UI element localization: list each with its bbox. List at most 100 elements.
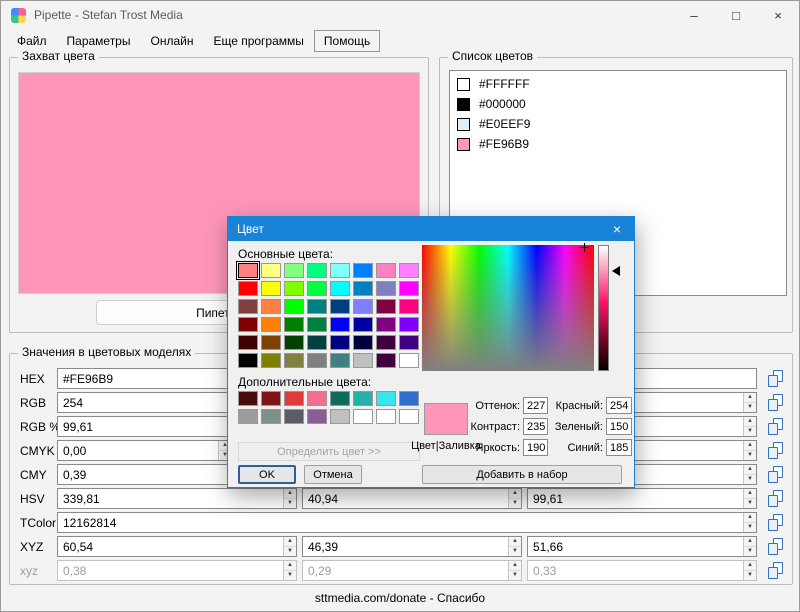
value-field[interactable]: 60,54 ▲ ▼ xyxy=(57,536,297,557)
red-field[interactable]: 254 xyxy=(606,397,632,414)
basic-color-swatch[interactable] xyxy=(376,281,396,296)
spinner-up-button[interactable]: ▲ xyxy=(509,561,521,571)
custom-color-swatch[interactable] xyxy=(353,391,373,406)
maximize-button[interactable]: □ xyxy=(715,1,757,29)
basic-color-swatch[interactable] xyxy=(238,335,258,350)
spinner-down-button[interactable]: ▼ xyxy=(744,451,756,460)
basic-color-swatch[interactable] xyxy=(353,263,373,278)
menu-item-online[interactable]: Онлайн xyxy=(140,30,203,52)
color-list-item[interactable]: #FFFFFF xyxy=(452,74,784,94)
spinner-up-button[interactable]: ▲ xyxy=(284,537,296,547)
menu-item-more-programs[interactable]: Еще программы xyxy=(203,30,313,52)
spinner-up-button[interactable]: ▲ xyxy=(509,537,521,547)
blue-field[interactable]: 185 xyxy=(606,439,632,456)
basic-color-swatch[interactable] xyxy=(353,299,373,314)
minimize-button[interactable]: – xyxy=(673,1,715,29)
basic-color-swatch[interactable] xyxy=(284,281,304,296)
value-field[interactable]: 46,39 ▲ ▼ xyxy=(302,536,522,557)
spinner-down-button[interactable]: ▼ xyxy=(509,547,521,556)
basic-color-swatch[interactable] xyxy=(376,317,396,332)
spinner-up-button[interactable]: ▲ xyxy=(509,489,521,499)
basic-color-swatch[interactable] xyxy=(238,317,258,332)
basic-color-swatch[interactable] xyxy=(376,353,396,368)
basic-color-swatch[interactable] xyxy=(399,281,419,296)
basic-color-swatch[interactable] xyxy=(399,335,419,350)
basic-color-swatch[interactable] xyxy=(330,281,350,296)
basic-color-swatch[interactable] xyxy=(307,317,327,332)
spinner-down-button[interactable]: ▼ xyxy=(284,499,296,508)
spinner-down-button[interactable]: ▼ xyxy=(509,571,521,580)
custom-color-swatch[interactable] xyxy=(376,391,396,406)
spinner-down-button[interactable]: ▼ xyxy=(744,523,756,532)
add-to-set-button[interactable]: Добавить в набор xyxy=(422,465,622,484)
basic-color-swatch[interactable] xyxy=(307,335,327,350)
basic-color-swatch[interactable] xyxy=(376,263,396,278)
copy-button[interactable] xyxy=(765,418,785,436)
spinner-up-button[interactable]: ▲ xyxy=(744,393,756,403)
basic-color-swatch[interactable] xyxy=(284,263,304,278)
luminance-arrow-icon[interactable] xyxy=(612,266,620,276)
basic-color-swatch[interactable] xyxy=(330,299,350,314)
basic-color-swatch[interactable] xyxy=(284,317,304,332)
basic-color-swatch[interactable] xyxy=(330,335,350,350)
basic-color-swatch[interactable] xyxy=(261,299,281,314)
custom-color-swatch[interactable] xyxy=(261,391,281,406)
custom-color-swatch[interactable] xyxy=(330,391,350,406)
basic-color-swatch[interactable] xyxy=(307,281,327,296)
basic-color-swatch[interactable] xyxy=(307,263,327,278)
basic-color-swatch[interactable] xyxy=(238,299,258,314)
basic-color-swatch[interactable] xyxy=(399,317,419,332)
basic-color-swatch[interactable] xyxy=(353,317,373,332)
custom-color-swatch[interactable] xyxy=(238,391,258,406)
hue-saturation-field[interactable] xyxy=(422,245,594,371)
basic-color-swatch[interactable] xyxy=(261,353,281,368)
spinner-down-button[interactable]: ▼ xyxy=(744,547,756,556)
spinner-down-button[interactable]: ▼ xyxy=(509,499,521,508)
basic-color-swatch[interactable] xyxy=(284,353,304,368)
spinner-up-button[interactable]: ▲ xyxy=(284,561,296,571)
value-field[interactable]: 99,61 ▲▼ xyxy=(527,488,757,509)
copy-button[interactable] xyxy=(765,370,785,388)
basic-color-swatch[interactable] xyxy=(261,263,281,278)
copy-button[interactable] xyxy=(765,538,785,556)
color-list-item[interactable]: #E0EEF9 xyxy=(452,114,784,134)
basic-color-swatch[interactable] xyxy=(353,335,373,350)
basic-color-swatch[interactable] xyxy=(261,335,281,350)
value-field[interactable]: 0,33 ▲ ▼ xyxy=(527,560,757,581)
close-button[interactable]: × xyxy=(757,1,799,29)
value-field[interactable]: 51,66 ▲ ▼ xyxy=(527,536,757,557)
spinner-up-button[interactable]: ▲ xyxy=(284,489,296,499)
custom-color-swatch[interactable] xyxy=(399,409,419,424)
basic-color-swatch[interactable] xyxy=(376,335,396,350)
color-list-item[interactable]: #FE96B9 xyxy=(452,134,784,154)
copy-button[interactable] xyxy=(765,466,785,484)
spinner-down-button[interactable]: ▼ xyxy=(284,571,296,580)
copy-button[interactable] xyxy=(765,442,785,460)
donate-link[interactable]: sttmedia.com/donate - Спасибо xyxy=(315,591,485,605)
copy-button[interactable] xyxy=(765,394,785,412)
dialog-close-button[interactable]: × xyxy=(600,221,634,237)
ok-button[interactable]: OK xyxy=(238,465,296,484)
spinner-up-button[interactable]: ▲ xyxy=(744,537,756,547)
value-field[interactable]: 339,81 ▲ ▼ xyxy=(57,488,297,509)
value-field[interactable]: 0,29 ▲ ▼ xyxy=(302,560,522,581)
value-field[interactable]: 0,38 ▲ ▼ xyxy=(57,560,297,581)
basic-color-swatch[interactable] xyxy=(376,299,396,314)
custom-color-swatch[interactable] xyxy=(238,409,258,424)
green-field[interactable]: 150 xyxy=(606,418,632,435)
spinner-down-button[interactable]: ▼ xyxy=(284,547,296,556)
basic-color-swatch[interactable] xyxy=(261,281,281,296)
cancel-button[interactable]: Отмена xyxy=(304,465,362,484)
basic-color-swatch[interactable] xyxy=(330,263,350,278)
spinner-up-button[interactable]: ▲ xyxy=(744,417,756,427)
custom-color-swatch[interactable] xyxy=(330,409,350,424)
spinner-up-button[interactable]: ▲ xyxy=(744,441,756,451)
spinner-down-button[interactable]: ▼ xyxy=(744,475,756,484)
spinner-up-button[interactable]: ▲ xyxy=(744,561,756,571)
custom-color-swatch[interactable] xyxy=(284,409,304,424)
basic-color-swatch[interactable] xyxy=(238,353,258,368)
basic-color-swatch[interactable] xyxy=(284,299,304,314)
basic-color-swatch[interactable] xyxy=(261,317,281,332)
spinner-up-button[interactable]: ▲ xyxy=(744,489,756,499)
custom-color-swatch[interactable] xyxy=(376,409,396,424)
